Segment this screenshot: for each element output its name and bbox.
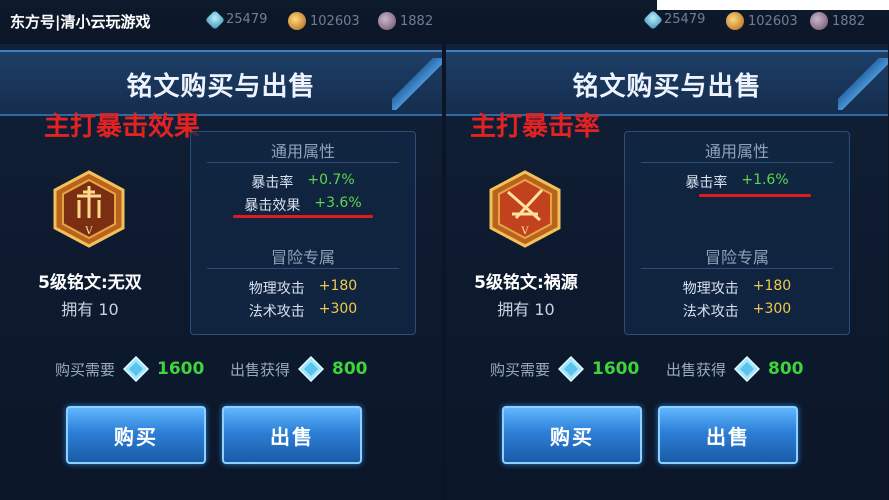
gem-count-right: 25479 <box>664 12 706 27</box>
gold-count-right: 102603 <box>748 13 798 29</box>
sell-gain: 出售获得 800 <box>230 356 368 382</box>
buy-button[interactable]: 购买 <box>66 406 206 464</box>
sell-gain-label: 出售获得 <box>666 360 727 379</box>
buy-cost: 购买需要 1600 <box>55 356 204 382</box>
attr-row: 暴击效果 +3.6% <box>191 195 415 215</box>
gold-counter-right: 102603 <box>726 12 798 30</box>
adventure-attr-title: 冒险专属 <box>704 248 769 267</box>
rune-name: 5级铭文:无双 <box>38 273 142 293</box>
attr-row: 暴击率 +0.7% <box>191 172 415 192</box>
gem-count: 25479 <box>226 12 268 27</box>
attr-key: 法术攻击 <box>682 304 739 320</box>
gold-counter: 102603 <box>288 12 360 30</box>
crystal-icon <box>298 356 325 382</box>
rune-trade-panel-left: 铭文购买与出售 主打暴击效果 V 5级铭文:无双 拥有 10 通用属性 暴击率 … <box>0 44 442 500</box>
buy-cost: 购买需要 1600 <box>490 356 639 382</box>
rune-owned: 拥有 10 <box>497 300 555 319</box>
divider <box>207 162 399 163</box>
sell-gain: 出售获得 800 <box>666 356 804 382</box>
attribute-box: 通用属性 暴击率 +0.7% 暴击效果 +3.6% 冒险专属 物理攻击 +180… <box>190 131 416 335</box>
svg-text:V: V <box>520 226 529 237</box>
gem-counter-right: 25479 <box>643 9 706 30</box>
watermark: 东方号|清小云玩游戏 <box>10 13 151 31</box>
red-underline <box>233 215 373 218</box>
crystal-icon <box>558 356 585 382</box>
gold-coin-icon <box>726 12 744 30</box>
attr-row: 物理攻击 +180 <box>191 278 415 298</box>
divider <box>207 268 399 269</box>
rune-name: 5级铭文:祸源 <box>474 273 578 293</box>
attr-row: 暴击率 +1.6% <box>625 172 849 192</box>
adventure-attr-title: 冒险专属 <box>270 248 335 267</box>
buy-cost-value: 1600 <box>157 359 205 379</box>
gold-coin-icon <box>288 12 306 30</box>
attr-key: 物理攻击 <box>682 281 739 297</box>
highlight-label: 主打暴击效果 <box>44 112 201 142</box>
attr-value: +1.6% <box>741 172 789 188</box>
divider <box>641 268 833 269</box>
sell-button[interactable]: 出售 <box>658 406 798 464</box>
rune-emblem-icon: V <box>53 170 125 248</box>
highlight-label: 主打暴击率 <box>470 112 601 142</box>
buy-cost-value: 1600 <box>592 359 640 379</box>
sell-gain-value: 800 <box>332 359 368 379</box>
attr-key: 暴击率 <box>251 175 294 191</box>
attr-row: 法术攻击 +300 <box>191 301 415 321</box>
skull-counter-right: 1882 <box>810 12 865 30</box>
header-decoration <box>838 58 888 110</box>
attr-row: 物理攻击 +180 <box>625 278 849 298</box>
attr-value: +300 <box>318 301 358 317</box>
crystal-icon <box>734 356 761 382</box>
svg-text:V: V <box>84 226 93 237</box>
buy-cost-label: 购买需要 <box>55 360 116 379</box>
header-decoration <box>392 58 442 110</box>
red-underline <box>699 194 811 197</box>
attr-key: 物理攻击 <box>248 281 305 297</box>
rune-trade-panel-right: 铭文购买与出售 主打暴击率 V 5级铭文:祸源 拥有 10 通用属性 暴击率 +… <box>446 44 888 500</box>
general-attr-title: 通用属性 <box>704 142 769 161</box>
skull-count-right: 1882 <box>832 13 866 29</box>
buy-button[interactable]: 购买 <box>502 406 642 464</box>
blank-corner <box>657 0 889 10</box>
attr-row: 法术攻击 +300 <box>625 301 849 321</box>
sell-button[interactable]: 出售 <box>222 406 362 464</box>
attr-key: 暴击率 <box>685 175 728 191</box>
sell-gain-value: 800 <box>768 359 804 379</box>
panel-title: 铭文购买与出售 <box>572 72 762 102</box>
attr-value: +0.7% <box>307 172 355 188</box>
general-attr-title: 通用属性 <box>270 142 335 161</box>
panel-title: 铭文购买与出售 <box>126 72 316 102</box>
top-bar: 东方号|清小云玩游戏 25479 102603 1882 25479 10260… <box>0 0 889 44</box>
skull-count: 1882 <box>400 13 434 29</box>
divider <box>641 162 833 163</box>
gem-icon <box>205 9 225 30</box>
attr-key: 暴击效果 <box>244 198 301 214</box>
rune-emblem-icon: V <box>489 170 561 248</box>
attr-value: +300 <box>752 301 792 317</box>
skull-icon <box>810 12 828 30</box>
attr-value: +3.6% <box>314 195 362 211</box>
rune-owned: 拥有 10 <box>61 300 119 319</box>
attr-value: +180 <box>752 278 792 294</box>
crystal-icon <box>123 356 150 382</box>
sell-gain-label: 出售获得 <box>230 360 291 379</box>
attr-value: +180 <box>318 278 358 294</box>
skull-counter: 1882 <box>378 12 433 30</box>
buy-cost-label: 购买需要 <box>490 360 551 379</box>
attr-key: 法术攻击 <box>248 304 305 320</box>
attribute-box: 通用属性 暴击率 +1.6% 冒险专属 物理攻击 +180 法术攻击 +300 <box>624 131 850 335</box>
gem-icon <box>643 9 663 30</box>
skull-icon <box>378 12 396 30</box>
gem-counter: 25479 <box>205 9 268 30</box>
gold-count: 102603 <box>310 13 360 29</box>
